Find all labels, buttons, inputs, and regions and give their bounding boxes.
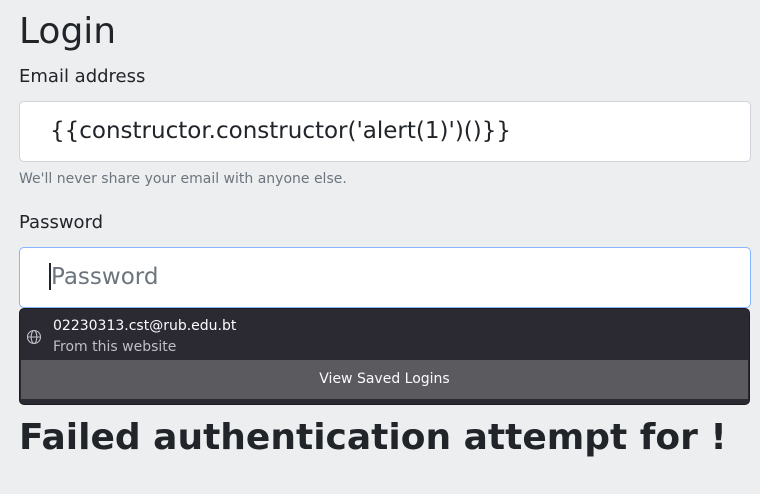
password-label: Password (19, 212, 104, 233)
saved-login-item[interactable]: 02230313.cst@rub.edu.bt From this websit… (20, 309, 749, 360)
password-placeholder: Password (51, 264, 159, 290)
email-help-text: We'll never share your email with anyone… (19, 171, 347, 187)
login-autocomplete-popup: 02230313.cst@rub.edu.bt From this websit… (19, 308, 750, 405)
globe-icon (26, 329, 42, 345)
saved-login-email: 02230313.cst@rub.edu.bt (53, 318, 237, 334)
login-page: Login Email address {{constructor.constr… (0, 0, 760, 494)
password-field[interactable]: Password (19, 247, 751, 308)
email-field-value: {{constructor.constructor('alert(1)')()}… (50, 118, 511, 144)
saved-login-source: From this website (53, 339, 177, 355)
auth-failure-message: Failed authentication attempt for ! (19, 417, 727, 458)
view-saved-logins-button[interactable]: View Saved Logins (21, 360, 748, 399)
email-label: Email address (19, 66, 146, 87)
page-title: Login (19, 11, 117, 52)
email-field[interactable]: {{constructor.constructor('alert(1)')()}… (19, 101, 751, 162)
